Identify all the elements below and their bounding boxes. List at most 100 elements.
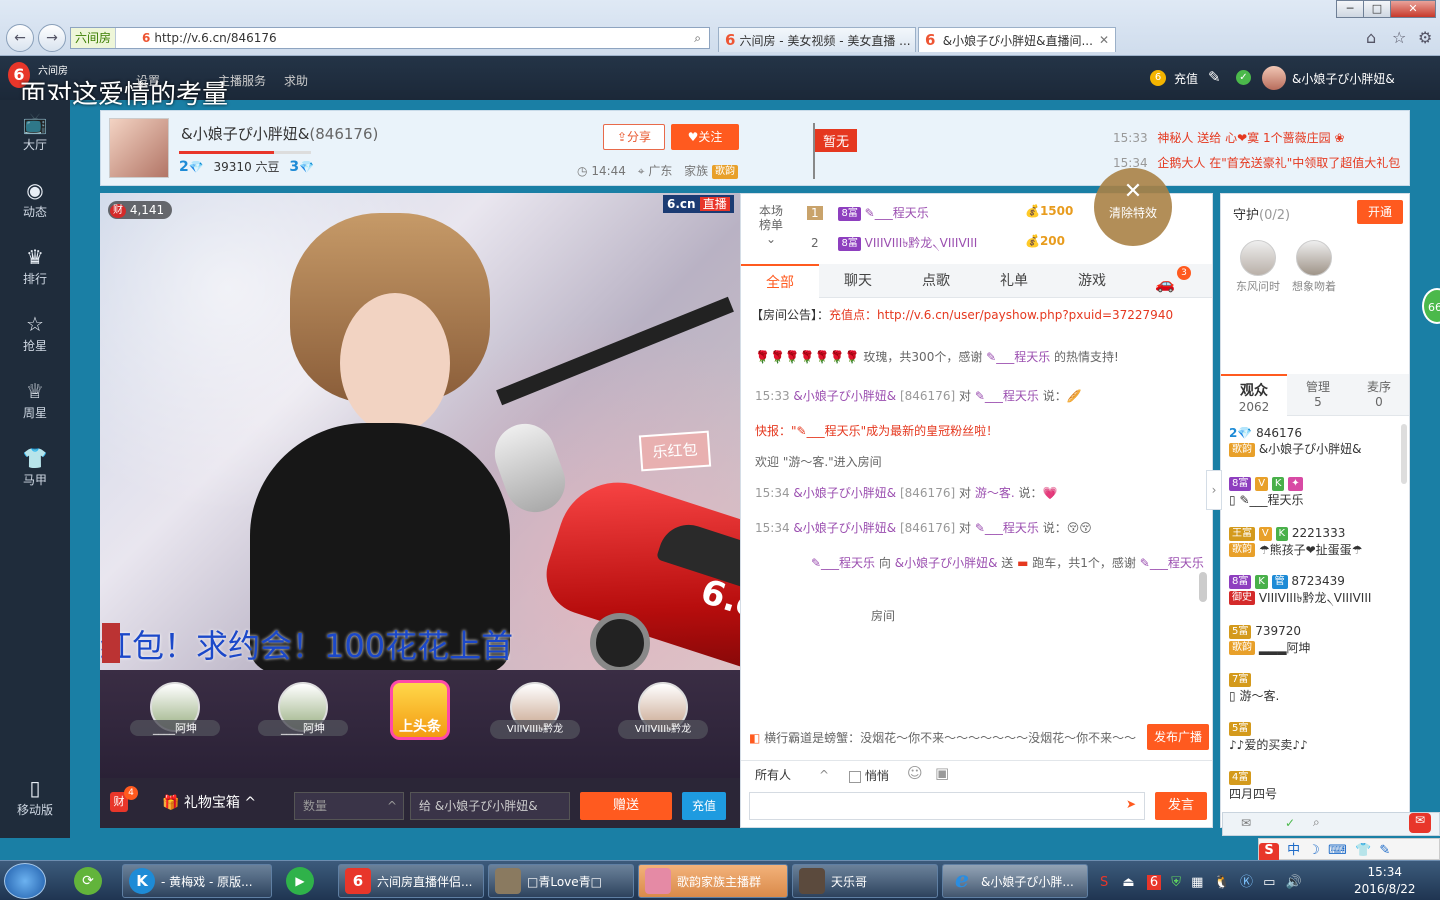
sidebar-item-ranking[interactable]: ♛ 排行 bbox=[0, 234, 70, 301]
address-bar[interactable]: 六间房 6 http://v.6.cn/846176 ⌕ bbox=[70, 27, 710, 49]
wrench-icon[interactable]: ✎ bbox=[1379, 843, 1390, 858]
guard-slot-2[interactable]: 想象吻着 bbox=[1291, 240, 1337, 294]
chat-send-button[interactable]: 发言 bbox=[1155, 792, 1207, 820]
follow-button[interactable]: ♥关注 bbox=[671, 124, 739, 150]
maximize-button[interactable]: □ bbox=[1363, 0, 1391, 18]
tab-games[interactable]: 游戏 bbox=[1053, 264, 1131, 298]
audience-scrollbar[interactable] bbox=[1401, 424, 1407, 484]
home-icon[interactable]: ⌂ bbox=[1366, 28, 1376, 47]
chat-user[interactable]: &小娘子ぴ小胖妞& bbox=[895, 556, 998, 570]
tab-gift-list[interactable]: 礼单 bbox=[975, 264, 1053, 298]
sidebar-item-vest[interactable]: 👕 马甲 bbox=[0, 435, 70, 502]
edit-icon[interactable]: ✎ bbox=[1208, 68, 1221, 86]
guard-seat-5[interactable]: VIIIVIII৳黔龙 bbox=[618, 682, 708, 754]
nav-help[interactable]: 求助 bbox=[284, 72, 308, 89]
notice-user[interactable]: 神秘人 bbox=[1157, 131, 1193, 145]
zoom-icon[interactable]: ⌕ bbox=[1313, 815, 1320, 830]
back-button[interactable]: ← bbox=[6, 24, 34, 52]
share-button[interactable]: ⇪分享 bbox=[603, 124, 665, 150]
image-icon[interactable]: ▣ bbox=[935, 764, 949, 782]
minimize-button[interactable]: ─ bbox=[1336, 0, 1364, 18]
verified-check-icon[interactable]: ✓ bbox=[1236, 70, 1251, 85]
shirt-skin-icon[interactable]: 👕 bbox=[1355, 843, 1371, 858]
collapse-chevron-icon[interactable]: › bbox=[1206, 470, 1222, 510]
video-player[interactable]: 财 4,141 6.cn 直播 乐红包 红包！求约会！100花花上首 6.cn bbox=[100, 193, 740, 670]
tab-all[interactable]: 全部 bbox=[741, 264, 819, 298]
sidebar-item-feed[interactable]: ◉ 动态 bbox=[0, 167, 70, 234]
keyboard-icon[interactable]: ⌨ bbox=[1328, 843, 1347, 858]
settings-gear-icon[interactable]: ⚙ bbox=[1418, 28, 1432, 47]
forward-button[interactable]: → bbox=[38, 24, 66, 52]
start-button-icon[interactable] bbox=[4, 863, 46, 899]
publish-broadcast-button[interactable]: 发布广播 bbox=[1147, 724, 1209, 750]
chat-input[interactable]: ➤ bbox=[749, 792, 1145, 820]
taskbar-item-qq-2[interactable]: 天乐哥 bbox=[792, 864, 938, 898]
sidebar-item-weekly-star[interactable]: ♕ 周星 bbox=[0, 368, 70, 435]
gift-box-button[interactable]: 🎁 礼物宝箱 ^ bbox=[162, 792, 256, 812]
recipient-select[interactable]: 给 &小娘子ぴ小胖妞& bbox=[410, 792, 570, 820]
notice-link[interactable]: 充值点：http://v.6.cn/user/payshow.php?pxuid… bbox=[829, 308, 1173, 322]
taskbar-item-ie[interactable]: ℯ &小娘子ぴ小胖... bbox=[942, 864, 1088, 898]
chat-user[interactable]: &小娘子ぴ小胖妞& bbox=[793, 486, 896, 500]
chat-user[interactable]: &小娘子ぴ小胖妞& bbox=[793, 389, 896, 403]
audience-user-2[interactable]: 8富 V K ✦ ▯ ✎___程天乐 bbox=[1229, 476, 1304, 522]
quantity-input[interactable]: 数量 ^ bbox=[294, 792, 404, 820]
sidebar-item-mobile[interactable]: ▯ 移动版 bbox=[0, 765, 70, 832]
emoji-icon[interactable]: ☺ bbox=[907, 764, 923, 782]
audience-user-4[interactable]: 8富 K 管 8723439 御史 VIIIVIII৳黔龙৲VIIIVIII bbox=[1229, 574, 1371, 620]
display-icon[interactable]: ▭ bbox=[1263, 875, 1275, 890]
headline-button[interactable]: 上头条 bbox=[382, 680, 458, 760]
sogou-tray-icon[interactable]: S bbox=[1100, 875, 1108, 890]
chat-user[interactable]: ✎___程天乐 bbox=[811, 556, 875, 570]
favorites-star-icon[interactable]: ☆ bbox=[1392, 28, 1406, 47]
family-badge[interactable]: 歌韵 bbox=[712, 164, 739, 179]
audience-user-1[interactable]: 2💎 846176 歌韵 &小娘子ぴ小胖妞& bbox=[1229, 426, 1362, 472]
chat-user[interactable]: ✎___程天乐 bbox=[975, 389, 1039, 403]
url-text[interactable]: http://v.6.cn/846176 bbox=[154, 31, 276, 45]
send-gift-button[interactable]: 赠送 bbox=[580, 792, 672, 820]
moon-icon[interactable]: ☽ bbox=[1308, 843, 1320, 858]
guard-slot-1[interactable]: 东风问时 bbox=[1235, 240, 1281, 294]
floating-badge[interactable]: 66 bbox=[1422, 288, 1440, 324]
notice-user[interactable]: 企鹅大人 bbox=[1157, 156, 1205, 170]
chat-user[interactable]: &小娘子ぴ小胖妞& bbox=[793, 521, 896, 535]
audience-user-6[interactable]: 7富 ▯ 游～客. bbox=[1229, 672, 1279, 718]
tab-admins[interactable]: 管理 5 bbox=[1287, 374, 1349, 416]
scrollbar-thumb[interactable] bbox=[1199, 572, 1207, 602]
sidebar-item-hall[interactable]: 📺 大厅 bbox=[0, 100, 70, 167]
taskbar-item-kugou[interactable]: K - 黄梅戏 - 原版... bbox=[122, 864, 272, 898]
tab-song-request[interactable]: 点歌 bbox=[897, 264, 975, 298]
whisper-checkbox[interactable]: 悄悄 bbox=[849, 767, 889, 784]
kugou-tray-icon[interactable]: Ⓚ bbox=[1240, 875, 1253, 890]
network-icon[interactable]: ▦ bbox=[1191, 875, 1203, 890]
anchor-avatar[interactable] bbox=[109, 118, 169, 178]
taskbar-item-6cn[interactable]: 6 六间房直播伴侣... bbox=[338, 864, 484, 898]
notice-target[interactable]: 心❤寞 bbox=[1225, 131, 1259, 145]
mail-icon[interactable]: ✉ bbox=[1241, 816, 1251, 830]
search-icon[interactable]: ⌕ bbox=[694, 31, 701, 46]
rank-user[interactable]: VIIIVIII৳黔龙৲VIIIVIII bbox=[865, 236, 978, 250]
check-icon[interactable]: ✓ bbox=[1285, 816, 1295, 830]
guard-seat-1[interactable]: ____阿坤 bbox=[130, 682, 220, 754]
taskbar-item-qq-group[interactable]: 歌韵家族主播群 bbox=[638, 864, 788, 898]
taskbar-item-qq-1[interactable]: □青Love青□ bbox=[488, 864, 634, 898]
close-window-button[interactable]: ✕ bbox=[1390, 0, 1436, 18]
guard-seat-2[interactable]: ____阿坤 bbox=[258, 682, 348, 754]
open-guard-button[interactable]: 开通 bbox=[1357, 200, 1403, 224]
tab-1[interactable]: 6 六间房 - 美女视频 - 美女直播 ... bbox=[718, 27, 916, 52]
tray-clock[interactable]: 15:34 2016/8/22 bbox=[1354, 864, 1416, 898]
nav-settings[interactable]: 设置 bbox=[136, 72, 160, 89]
chat-user[interactable]: 游～客. bbox=[975, 486, 1015, 500]
clear-effects-button[interactable]: ✕ 清除特效 bbox=[1094, 168, 1172, 246]
audience-user-7[interactable]: 5富 ♪♪爱的买卖♪♪ bbox=[1229, 721, 1308, 767]
chat-user[interactable]: ✎___程天乐 bbox=[986, 350, 1050, 364]
shield-icon[interactable]: ⛨ bbox=[1171, 875, 1181, 890]
tab-audience[interactable]: 观众 2062 bbox=[1221, 374, 1287, 416]
rank-row-2[interactable]: 2 8富 VIIIVIII৳黔龙৲VIIIVIII 💰200 bbox=[807, 234, 1065, 255]
header-recharge-link[interactable]: 充值 bbox=[1174, 70, 1198, 87]
chat-user[interactable]: ✎___程天乐 bbox=[1140, 556, 1204, 570]
tab-2[interactable]: 6 &小娘子ぴ小胖妞&直播间... ✕ bbox=[918, 27, 1116, 52]
gift-recharge-button[interactable]: 充值 bbox=[682, 792, 726, 820]
audience-user-3[interactable]: 王富 V K 2221333 歌韵 ☂熊孩子❤扯蛋蛋☂ bbox=[1229, 526, 1362, 572]
rank-row-1[interactable]: 1 8富 ✎___程天乐 💰1500 bbox=[807, 204, 1073, 221]
